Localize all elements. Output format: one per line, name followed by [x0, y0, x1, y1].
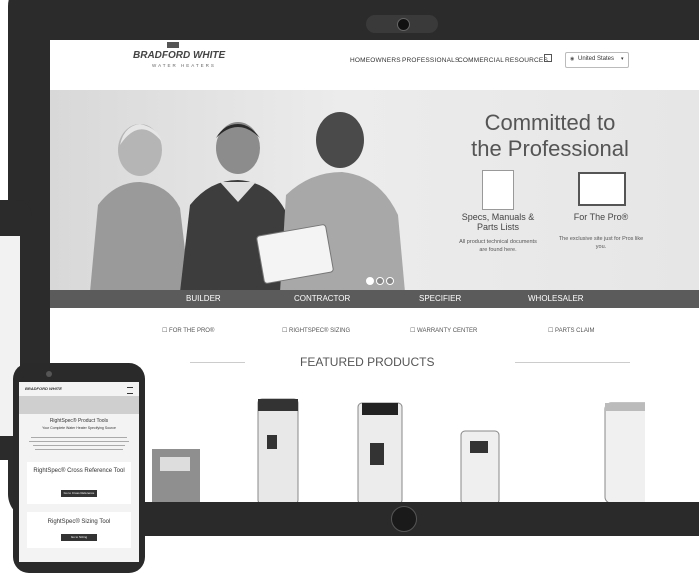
checkbox-icon: ☐ — [410, 328, 418, 334]
nav-professionals[interactable]: PROFESSIONALS — [402, 57, 460, 64]
phone-logo: BRADFORD WHITE — [25, 386, 62, 391]
card1-title: RightSpec® Cross Reference Tool — [33, 468, 125, 474]
slide-dot-2[interactable] — [376, 277, 384, 285]
globe-icon: ◉ — [570, 56, 575, 62]
slide-dot-3[interactable] — [386, 277, 394, 285]
quick-link-rightspec-sizing[interactable]: ☐ RIGHTSPEC® SIZING — [282, 327, 350, 334]
nav-resources[interactable]: RESOURCES — [505, 57, 548, 64]
slide-dot-1[interactable] — [366, 277, 374, 285]
featured-products-images — [152, 398, 645, 502]
phone-intro: Your Complete Water Heater Specifying So… — [42, 426, 116, 430]
country-select[interactable]: ◉ United States ▾ — [565, 52, 629, 68]
hero-headline: Committed to the Professional — [450, 110, 650, 162]
audience-segment-bar: BUILDER CONTRACTOR SPECIFIER WHOLESALER — [50, 290, 699, 308]
phone-hero-image — [19, 396, 139, 414]
hero-headline-line2: the Professional — [471, 136, 629, 161]
checkbox-icon: ☐ — [282, 328, 290, 334]
chevron-down-icon: ▾ — [621, 56, 624, 62]
divider-right — [515, 362, 630, 363]
phone-heading: RightSpec® Product Tools — [49, 418, 109, 424]
quick-link-label: FOR THE PRO® — [169, 328, 215, 334]
product-heater-1 — [257, 398, 299, 502]
phone-screen: BRADFORD WHITE RightSpec® Product Tools … — [19, 382, 139, 562]
sizing-button[interactable]: Go to Sizing — [61, 534, 97, 541]
hero-headline-line1: Committed to — [484, 110, 616, 135]
segment-specifier[interactable]: SPECIFIER — [419, 294, 461, 303]
segment-wholesaler[interactable]: WHOLESALER — [528, 294, 584, 303]
divider-left — [190, 362, 245, 363]
nav-homeowners[interactable]: HOMEOWNERS — [350, 57, 401, 64]
logo-flag-icon — [167, 42, 179, 48]
specs-manuals-link[interactable]: Specs, Manuals & Parts Lists — [455, 212, 541, 232]
phone-camera-icon — [46, 371, 52, 377]
quick-link-label: RIGHTSPEC® SIZING — [289, 328, 351, 334]
hero-banner: Committed to the Professional Specs, Man… — [50, 90, 699, 290]
hero-people-image — [90, 112, 405, 290]
quick-link-parts-claim[interactable]: ☐ PARTS CLAIM — [548, 327, 595, 334]
camera-icon — [397, 18, 410, 31]
phone-intro-lines — [25, 434, 133, 458]
phone-card-cross-reference: RightSpec® Cross Reference Tool Go to Cr… — [27, 462, 131, 504]
cross-reference-button[interactable]: Go to Cross Reference — [61, 490, 97, 497]
for-the-pro-link[interactable]: For The Pro® — [558, 212, 644, 222]
laptop-screen: BRADFORD WHITE WATER HEATERS HOMEOWNERS … — [50, 40, 699, 502]
checkbox-icon: ☐ — [548, 328, 556, 334]
card2-title: RightSpec® Sizing Tool — [47, 519, 111, 525]
pro-site-screen-icon — [578, 172, 626, 206]
quick-link-label: WARRANTY CENTER — [417, 328, 478, 334]
for-the-pro-text: The exclusive site just for Pros like yo… — [558, 236, 644, 250]
nav-commercial[interactable]: COMMERCIAL — [458, 57, 504, 64]
home-button-icon — [391, 506, 417, 532]
segment-builder[interactable]: BUILDER — [186, 294, 221, 303]
quick-link-warranty-center[interactable]: ☐ WARRANTY CENTER — [410, 327, 477, 334]
specs-manuals-text: All product technical documents are foun… — [459, 239, 537, 253]
quick-link-label: PARTS CLAIM — [555, 328, 595, 334]
manual-document-icon — [482, 170, 514, 210]
brand-logo[interactable]: BRADFORD WHITE — [133, 50, 225, 61]
phone-card-sizing: RightSpec® Sizing Tool Go to Sizing — [27, 512, 131, 548]
quick-link-for-the-pro[interactable]: ☐ FOR THE PRO® — [162, 327, 214, 334]
search-icon[interactable] — [544, 54, 552, 62]
laptop-base — [140, 502, 699, 536]
country-select-value: United States — [578, 56, 615, 62]
checkbox-icon: ☐ — [162, 328, 170, 334]
featured-products-title: FEATURED PRODUCTS — [300, 355, 435, 369]
product-tank — [604, 402, 645, 502]
brand-tagline: WATER HEATERS — [152, 63, 216, 68]
segment-contractor[interactable]: CONTRACTOR — [294, 294, 350, 303]
hamburger-menu-icon[interactable] — [127, 387, 133, 394]
product-boiler — [152, 449, 200, 502]
